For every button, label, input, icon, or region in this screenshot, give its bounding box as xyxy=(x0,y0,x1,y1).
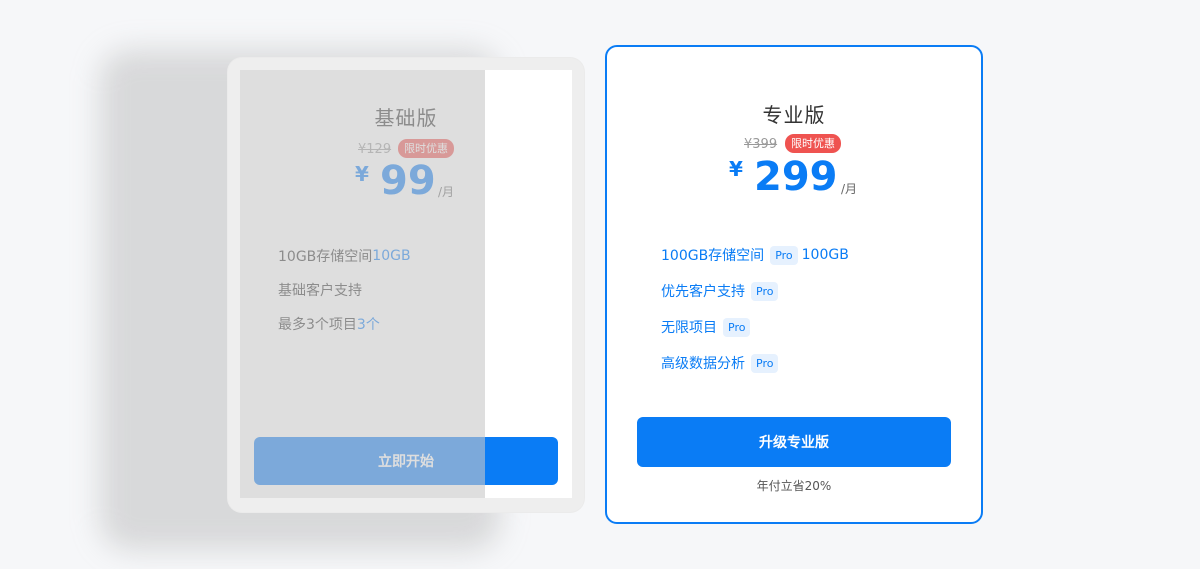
pro-tag: Pro xyxy=(751,281,779,301)
basic-feature-projects-highlight: 3个 xyxy=(356,317,380,333)
upgrade-pro-button[interactable]: 升级专业版 xyxy=(637,417,951,467)
pro-tag: Pro xyxy=(723,317,751,337)
basic-feature-storage-label: 10GB存储空间 xyxy=(278,249,373,265)
basic-plan-card: 基础版 ¥129 限时优惠 ¥ 99 /月 10GB存储空间 10GB 基础客户支… xyxy=(240,70,572,498)
basic-feature-projects: 最多3个项目 3个 xyxy=(278,314,380,334)
pro-feature-projects: 无限项目 Pro xyxy=(661,317,754,337)
basic-old-price: ¥129 xyxy=(358,142,392,157)
annual-savings-note: 年付立省20% xyxy=(756,479,832,493)
pro-feature-analytics: 高级数据分析 Pro xyxy=(661,353,782,373)
basic-price: 99 xyxy=(380,158,436,204)
pro-feature-projects-label: 无限项目 xyxy=(661,320,717,336)
pro-feature-support-label: 优先客户支持 xyxy=(661,284,745,300)
pro-feature-storage-label: 100GB存储空间 xyxy=(661,248,765,264)
pro-feature-storage-suffix: 100GB xyxy=(801,247,849,263)
pro-feature-storage: 100GB存储空间 Pro 100GB xyxy=(661,245,849,265)
pro-tag: Pro xyxy=(751,353,779,373)
start-now-button[interactable]: 立即开始 xyxy=(254,437,558,485)
basic-feature-support: 基础客户支持 xyxy=(278,283,362,299)
pro-currency: ¥ xyxy=(729,157,743,181)
basic-price-unit: /月 xyxy=(438,185,455,199)
basic-feature-storage: 10GB存储空间 10GB xyxy=(278,246,411,266)
pro-feature-support: 优先客户支持 Pro xyxy=(661,281,782,301)
basic-plan-card-frame: 基础版 ¥129 限时优惠 ¥ 99 /月 10GB存储空间 10GB 基础客户支… xyxy=(228,58,584,512)
pro-tag: Pro xyxy=(770,245,798,265)
pro-old-price: ¥399 xyxy=(744,137,778,152)
pro-feature-analytics-label: 高级数据分析 xyxy=(661,356,745,372)
basic-feature-projects-label: 最多3个项目 xyxy=(278,317,357,333)
pro-price-unit: /月 xyxy=(841,182,858,196)
basic-promo-badge: 限时优惠 xyxy=(398,139,454,158)
pro-price: 299 xyxy=(754,154,838,200)
pro-plan-title: 专业版 xyxy=(762,103,826,127)
basic-currency: ¥ xyxy=(355,162,369,186)
basic-feature-storage-highlight: 10GB xyxy=(372,248,411,264)
basic-plan-title: 基础版 xyxy=(374,106,438,130)
pro-plan-card: 专业版 ¥399 限时优惠 ¥ 299 /月 100GB存储空间 Pro 100… xyxy=(605,45,983,524)
pro-promo-badge: 限时优惠 xyxy=(785,134,841,153)
